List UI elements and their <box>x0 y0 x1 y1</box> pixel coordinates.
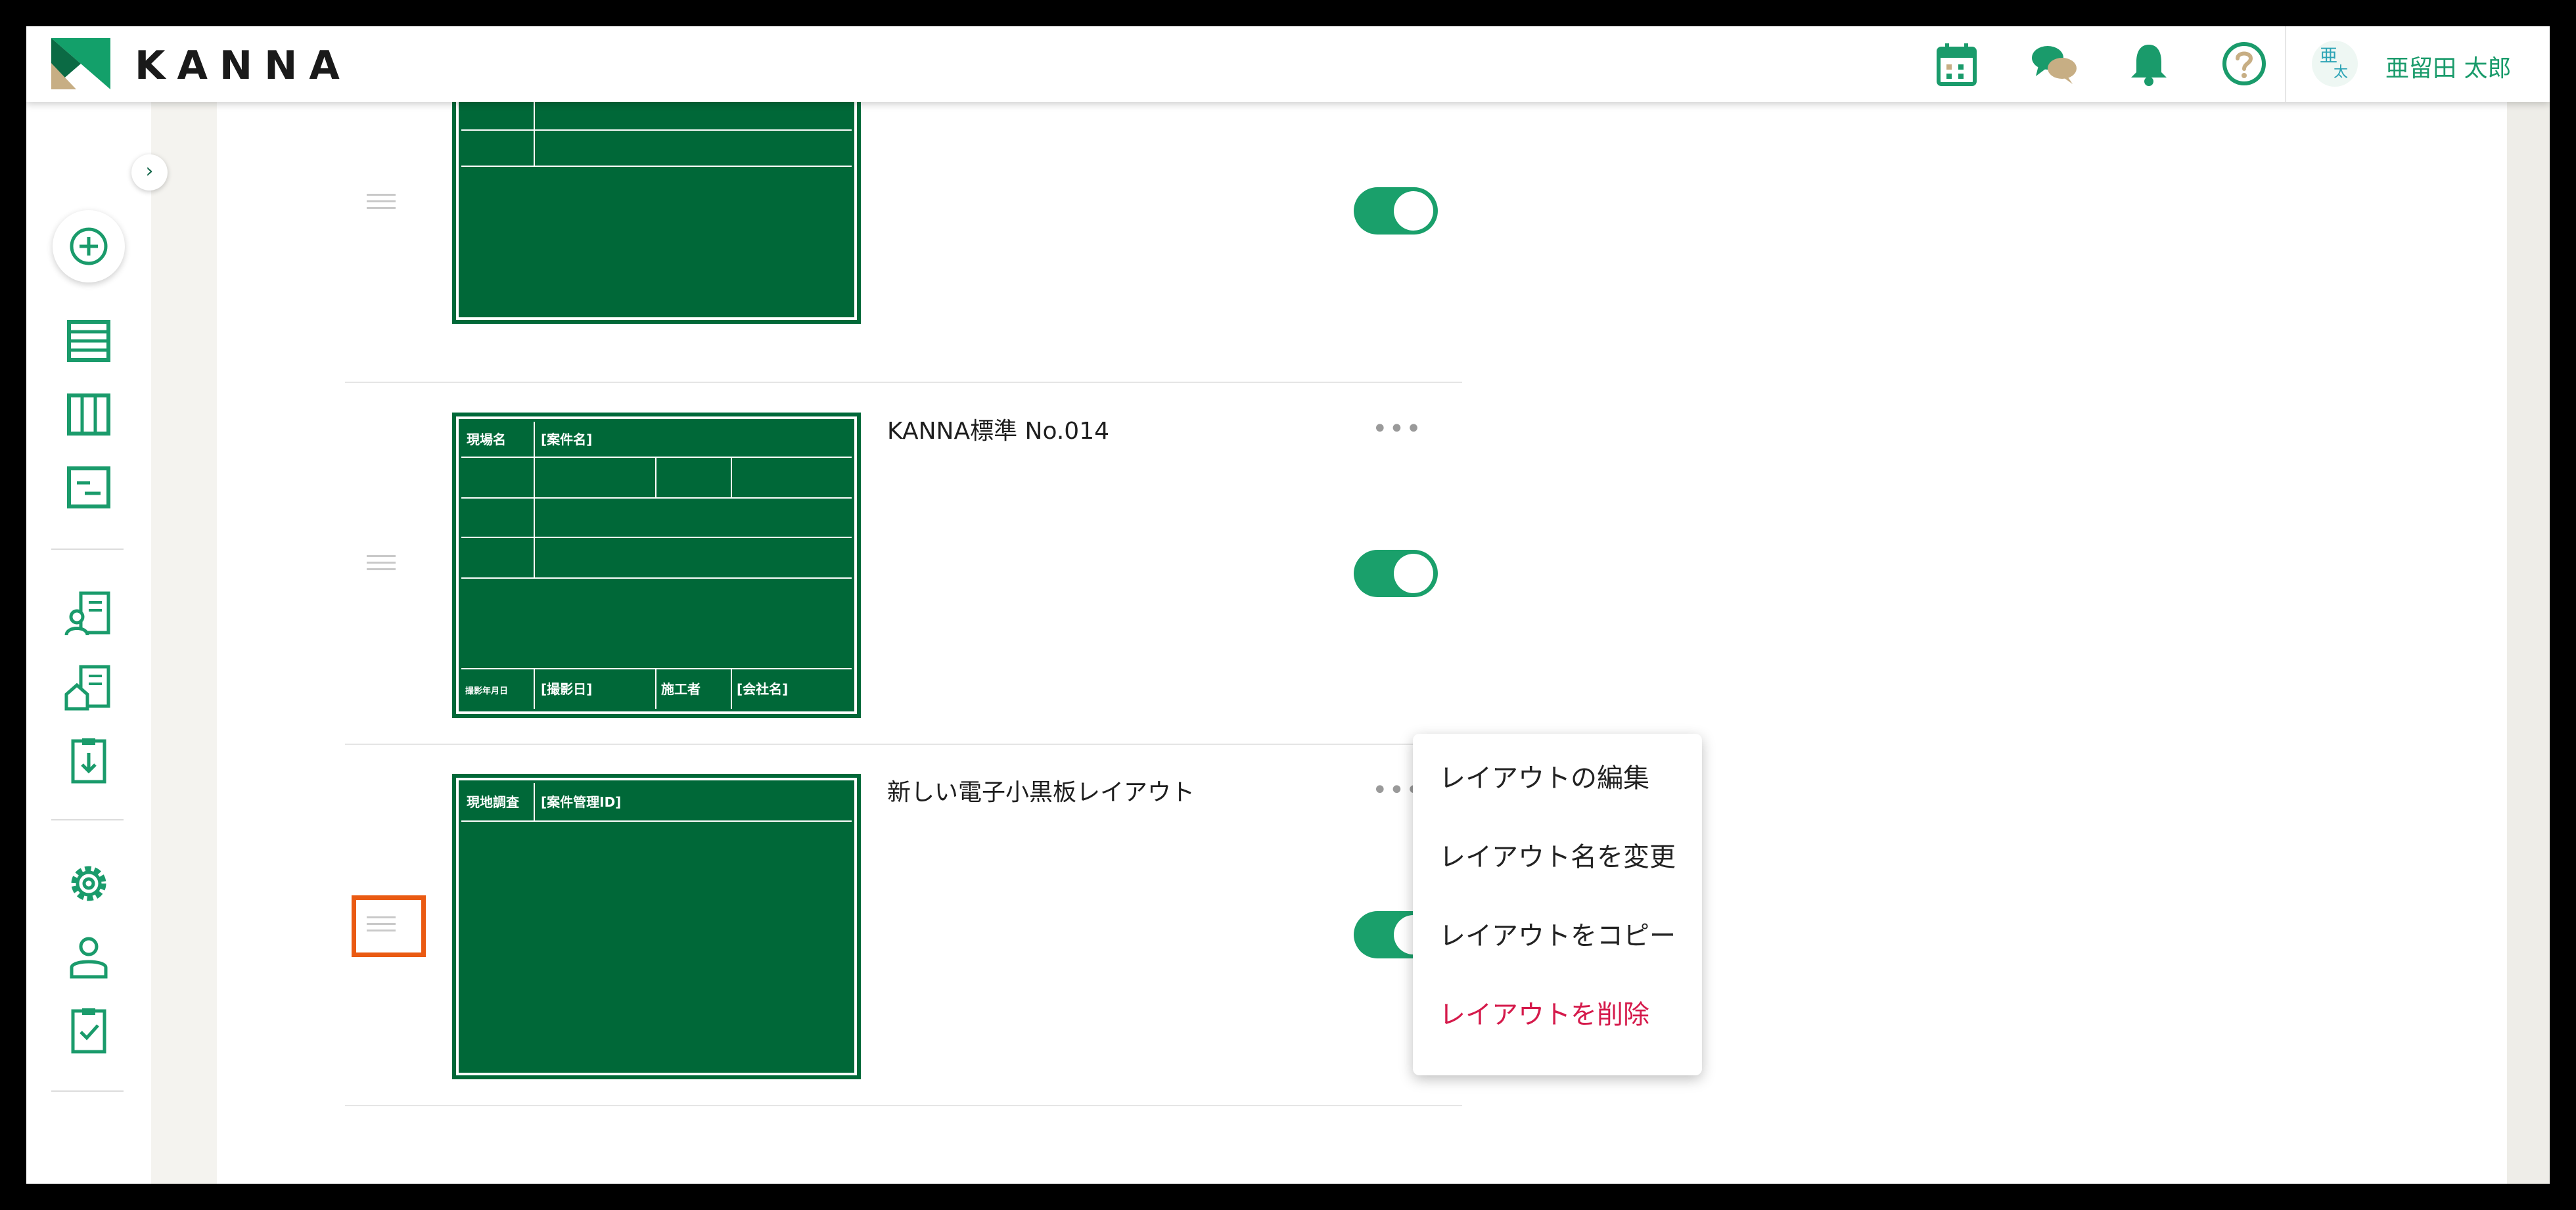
bell-icon[interactable] <box>2125 39 2174 89</box>
board-label-builder: 施工者 <box>661 681 701 697</box>
board-label-shoot-date: [撮影日] <box>541 681 592 697</box>
content-gutter <box>151 102 217 1184</box>
plus-circle-icon <box>70 227 108 265</box>
layout-list: 現場名 [案件名] 撮影年月日 [撮影日] 施工者 [会社名] KANNA標準 … <box>217 26 2507 1184</box>
menu-item-delete-layout[interactable]: レイアウトを削除 <box>1439 993 1649 1031</box>
chat-icon[interactable] <box>2029 39 2079 89</box>
layout-name: KANNA標準 No.014 <box>887 418 1110 445</box>
menu-item-edit-layout[interactable]: レイアウトの編集 <box>1439 757 1649 795</box>
board-label-site-name: 現場名 <box>467 432 506 447</box>
add-button[interactable] <box>53 210 125 282</box>
sidebar-divider <box>51 819 124 820</box>
board-label-project-id: [案件管理ID] <box>541 794 621 810</box>
sidebar-expand-button[interactable]: › <box>131 154 168 190</box>
avatar-initial-top: 亜 <box>2320 46 2337 66</box>
layout-toggle[interactable] <box>1354 187 1438 235</box>
checklist-clipboard-icon[interactable] <box>62 1004 115 1057</box>
list-icon[interactable] <box>62 315 115 368</box>
header-divider <box>2285 26 2286 102</box>
row-divider <box>345 744 1462 745</box>
blackboard-preview: 現地調査 [案件管理ID] <box>452 774 861 1079</box>
sidebar-divider <box>51 549 124 550</box>
avatar-initial-bottom: 太 <box>2334 64 2349 81</box>
drag-handle[interactable] <box>367 555 396 571</box>
toggle-knob <box>1394 554 1433 593</box>
avatar[interactable]: 亜 太 <box>2312 41 2358 87</box>
board-columns-icon[interactable] <box>62 389 115 441</box>
menu-item-rename-layout[interactable]: レイアウト名を変更 <box>1439 836 1676 874</box>
help-icon[interactable] <box>2220 39 2269 89</box>
user-name[interactable]: 亜留田 太郎 <box>2385 49 2511 83</box>
kanna-logo-icon[interactable] <box>51 38 110 89</box>
calendar-icon[interactable] <box>1932 39 1981 89</box>
board-label-shoot-date-label: 撮影年月日 <box>465 686 508 696</box>
layout-toggle[interactable] <box>1354 550 1438 597</box>
scrollbar-track[interactable] <box>2507 102 2550 1184</box>
top-header: KANNA 亜 太 亜留田 太郎 <box>26 26 2550 102</box>
layout-context-menu: レイアウトの編集 レイアウト名を変更 レイアウトをコピー レイアウトを削除 <box>1413 734 1702 1075</box>
drag-handle[interactable] <box>367 194 396 210</box>
row-divider <box>345 382 1462 383</box>
layout-name: 新しい電子小黒板レイアウト <box>887 779 1195 806</box>
download-clipboard-icon[interactable] <box>62 734 115 787</box>
gear-icon[interactable] <box>62 857 115 910</box>
gantt-icon[interactable] <box>62 462 115 514</box>
drag-handle-highlight <box>352 895 426 957</box>
sidebar-divider <box>51 1090 124 1092</box>
board-label-project-name: [案件名] <box>541 432 592 447</box>
row-divider <box>345 1105 1462 1106</box>
customer-document-icon[interactable] <box>62 588 115 640</box>
brand-name: KANNA <box>135 43 352 89</box>
property-document-icon[interactable] <box>62 661 115 714</box>
toggle-knob <box>1394 191 1433 231</box>
blackboard-preview: 現場名 [案件名] 撮影年月日 [撮影日] 施工者 [会社名] <box>452 413 861 718</box>
sidebar <box>26 102 151 1184</box>
app-window: KANNA 亜 太 亜留田 太郎 › 現場名 [案件名] 撮影年月日 [撮影日]… <box>26 26 2550 1184</box>
board-label-survey: 現地調査 <box>467 794 519 810</box>
board-label-company: [会社名] <box>737 681 788 697</box>
user-icon[interactable] <box>62 931 115 983</box>
menu-item-copy-layout[interactable]: レイアウトをコピー <box>1439 914 1676 952</box>
more-options-icon[interactable]: ••• <box>1372 416 1423 442</box>
